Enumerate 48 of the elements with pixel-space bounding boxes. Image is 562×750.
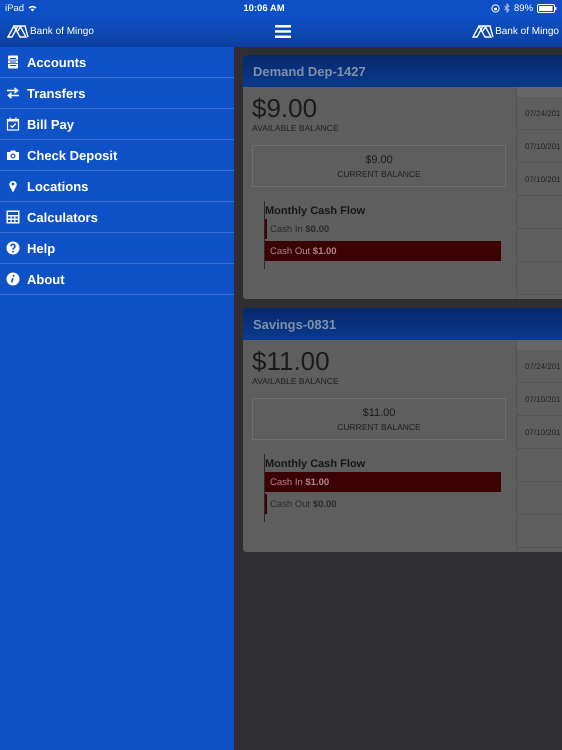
menu-item[interactable]: Bill Pay xyxy=(0,109,234,140)
available-balance-label: AVAILABLE BALANCE xyxy=(252,376,340,386)
transaction-date: 07/10/201 xyxy=(517,383,562,416)
battery-icon xyxy=(537,4,558,12)
transaction-date: 07/24/201 xyxy=(517,97,562,130)
calendar-icon xyxy=(6,117,20,131)
menu-item[interactable]: Locations xyxy=(0,171,234,202)
current-balance-label: CURRENT BALANCE xyxy=(337,168,421,178)
rotation-lock-icon xyxy=(491,4,500,12)
menu-item[interactable]: Calculators xyxy=(0,202,234,233)
bank-name: Bank of Mingo xyxy=(495,26,559,37)
current-balance: $11.00 xyxy=(362,406,396,418)
cash-flow-label: Cash In $1.00 xyxy=(269,476,330,488)
clock: 10:06 AM xyxy=(243,2,285,14)
calculator-icon xyxy=(6,210,20,224)
chart-title: Monthly Cash Flow xyxy=(265,458,366,470)
transaction-date: 07/10/201 xyxy=(517,416,562,449)
logo-icon xyxy=(472,25,494,38)
current-balance: $9.00 xyxy=(365,154,393,166)
camera-icon xyxy=(6,148,20,162)
transaction-date: 07/10/201 xyxy=(517,163,562,196)
info-icon xyxy=(6,272,20,286)
available-balance-label: AVAILABLE BALANCE xyxy=(252,123,340,133)
available-balance: $9.00 xyxy=(252,93,318,123)
battery-percent: 89% xyxy=(514,2,534,14)
menu-icon xyxy=(275,25,291,38)
help-icon xyxy=(6,241,20,255)
menu-item[interactable]: Accounts xyxy=(0,47,234,78)
bank-name: Bank of Mingo xyxy=(30,26,94,37)
chart-title: Monthly Cash Flow xyxy=(265,205,366,217)
logo-icon xyxy=(7,25,29,38)
menu-item[interactable]: Transfers xyxy=(0,78,234,109)
menu-button[interactable] xyxy=(273,23,293,40)
current-balance-label: CURRENT BALANCE xyxy=(337,422,421,432)
menu-item[interactable]: About xyxy=(0,264,234,295)
arrows-icon xyxy=(6,86,20,100)
account-title[interactable]: Savings-0831 xyxy=(243,308,562,340)
transaction-date: 07/24/201 xyxy=(517,350,562,383)
cabinet-icon xyxy=(6,55,20,69)
menu-item[interactable]: Help xyxy=(0,233,234,264)
menu-item[interactable]: Check Deposit xyxy=(0,140,234,171)
available-balance: $11.00 xyxy=(252,346,331,376)
bluetooth-icon xyxy=(504,3,510,13)
wifi-icon xyxy=(28,4,38,12)
device-name: iPad xyxy=(5,2,24,14)
account-title[interactable]: Demand Dep-1427 xyxy=(243,55,562,87)
cash-flow-label: Cash Out $1.00 xyxy=(269,246,337,256)
transaction-date: 07/10/201 xyxy=(517,130,562,163)
